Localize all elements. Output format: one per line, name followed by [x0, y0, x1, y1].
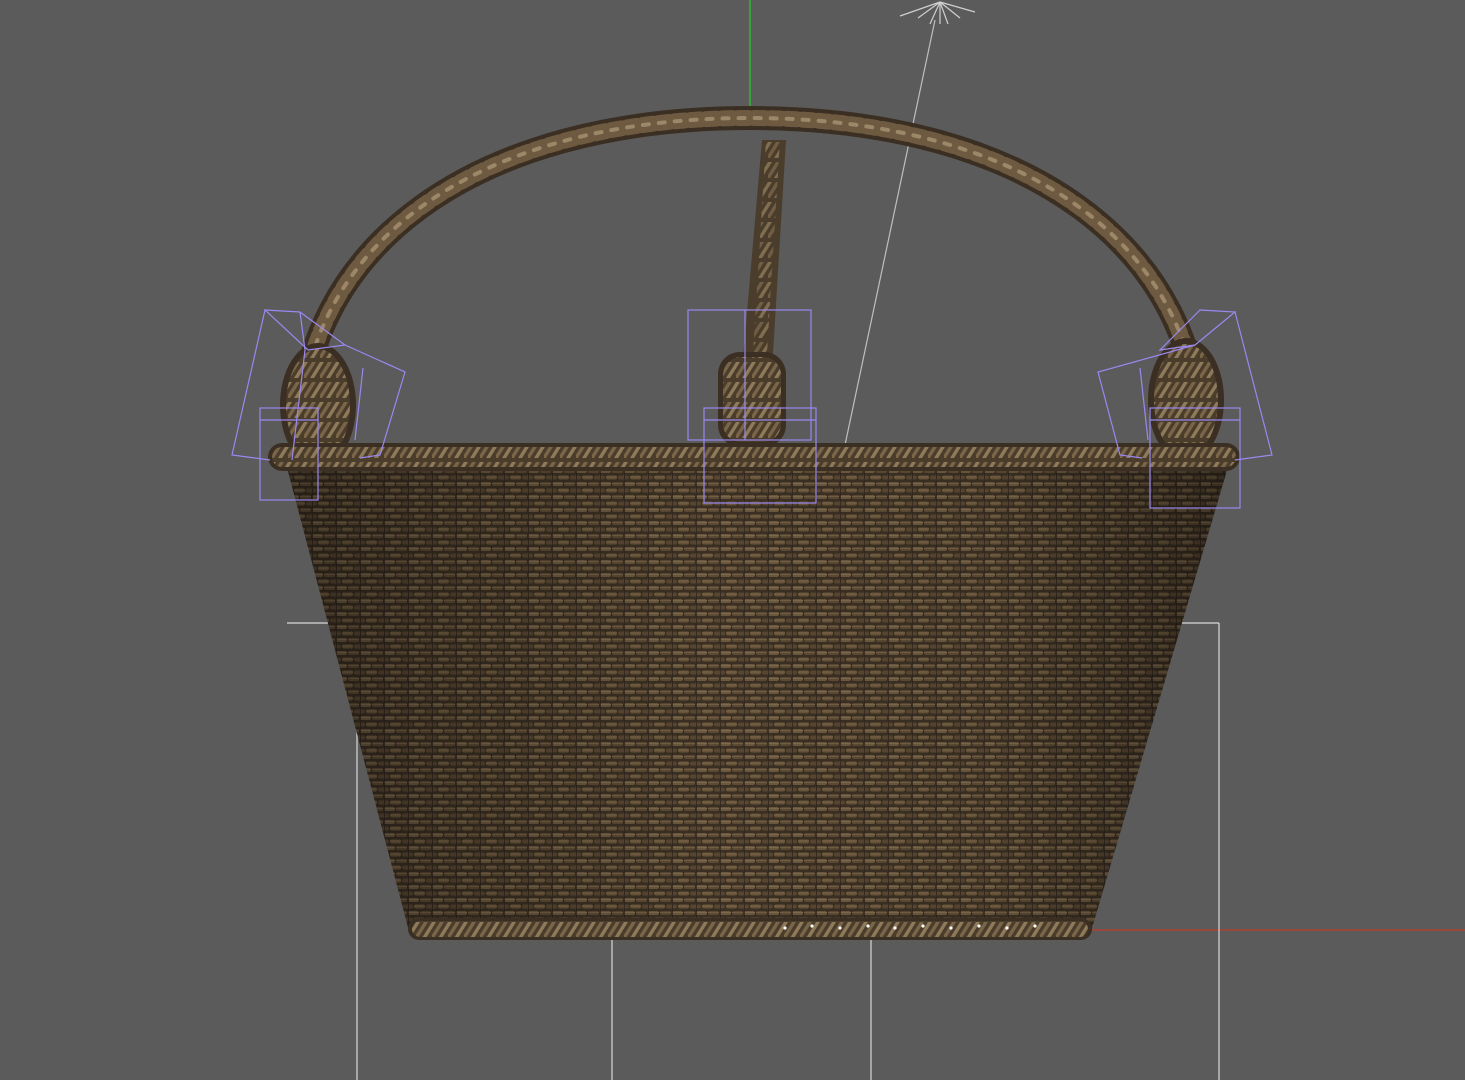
handle-center-strut[interactable] [742, 140, 786, 370]
handle-wrap-center[interactable] [718, 352, 786, 447]
3d-viewport[interactable] [0, 0, 1465, 1080]
basket-top-rim[interactable] [268, 443, 1240, 471]
basket-bottom-rim[interactable] [408, 918, 1092, 940]
viewport-canvas[interactable] [0, 0, 1465, 1080]
basket-body[interactable] [285, 460, 1230, 935]
omni-light-icon[interactable] [844, 1, 976, 446]
